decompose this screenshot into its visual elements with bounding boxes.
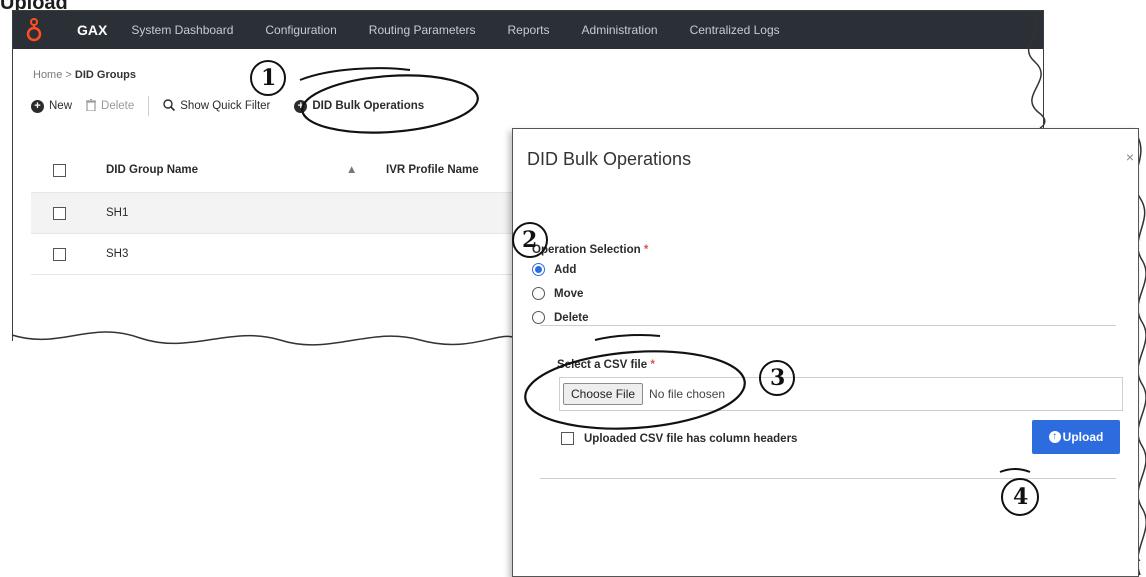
- nav-centralized-logs[interactable]: Centralized Logs: [690, 23, 780, 37]
- annotation-number: 2: [522, 227, 538, 253]
- close-icon[interactable]: ×: [1126, 149, 1134, 165]
- did-bulk-operations-label: DID Bulk Operations: [312, 100, 425, 112]
- column-headers-label: Uploaded CSV file has column headers: [584, 432, 798, 445]
- radio-move[interactable]: Move: [532, 287, 583, 300]
- select-all-checkbox[interactable]: [53, 163, 66, 177]
- annotation-number: 3: [770, 365, 786, 391]
- trash-icon: [86, 98, 97, 114]
- genesys-logo-icon: [19, 18, 49, 42]
- new-button[interactable]: + New: [31, 99, 73, 113]
- toolbar-divider: [148, 96, 150, 116]
- csv-file-label: Select a CSV file *: [557, 359, 655, 371]
- csv-file-text: Select a CSV file: [557, 359, 648, 371]
- divider: [540, 325, 1116, 326]
- radio-button-selected[interactable]: [532, 263, 545, 276]
- operation-selection-text: Operation Selection: [532, 244, 641, 256]
- nav-configuration[interactable]: Configuration: [265, 23, 336, 37]
- did-bulk-operations-button[interactable]: + DID Bulk Operations: [294, 99, 425, 113]
- required-marker: *: [643, 244, 649, 256]
- top-navbar: GAX System Dashboard Configuration Routi…: [13, 11, 1043, 49]
- breadcrumb-separator: >: [65, 69, 72, 81]
- row-checkbox[interactable]: [53, 206, 66, 220]
- nav-system-dashboard[interactable]: System Dashboard: [131, 23, 233, 37]
- annotation-number: 1: [261, 65, 277, 91]
- breadcrumb-current: DID Groups: [74, 69, 137, 81]
- upload-icon: ↑: [1048, 431, 1061, 443]
- row-checkbox[interactable]: [53, 247, 66, 261]
- header-did-group-name[interactable]: DID Group Name: [106, 164, 346, 176]
- app-brand[interactable]: GAX: [77, 22, 107, 38]
- new-button-label: New: [49, 100, 73, 112]
- csv-file-input[interactable]: Choose File No file chosen: [559, 377, 1123, 411]
- divider: [540, 478, 1116, 479]
- radio-add-label: Add: [554, 263, 577, 276]
- column-headers-option[interactable]: Uploaded CSV file has column headers: [561, 432, 797, 445]
- breadcrumb: Home > DID Groups: [33, 69, 136, 81]
- upload-button-label: Upload: [1062, 430, 1104, 444]
- required-marker: *: [650, 359, 655, 371]
- column-headers-checkbox[interactable]: [561, 432, 574, 445]
- sort-icon[interactable]: ▲︎: [346, 164, 386, 176]
- plus-circle-icon: +: [31, 99, 44, 113]
- nav-reports[interactable]: Reports: [508, 23, 550, 37]
- radio-add[interactable]: Add: [532, 263, 576, 276]
- radio-button[interactable]: [532, 311, 545, 324]
- plus-circle-icon: +: [294, 99, 308, 113]
- no-file-chosen-text: No file chosen: [649, 387, 726, 401]
- nav-routing-parameters[interactable]: Routing Parameters: [369, 23, 476, 37]
- annotation-number: 4: [1013, 484, 1029, 510]
- delete-button[interactable]: Delete: [86, 98, 135, 114]
- show-quick-filter-button[interactable]: Show Quick Filter: [163, 98, 271, 114]
- toolbar: + New Delete Show Quick Filter + DID Bul…: [31, 96, 438, 116]
- row-did-group-name: SH1: [106, 207, 129, 219]
- nav-administration[interactable]: Administration: [582, 23, 658, 37]
- radio-move-label: Move: [554, 287, 584, 300]
- show-quick-filter-label: Show Quick Filter: [180, 100, 271, 112]
- radio-delete[interactable]: Delete: [532, 311, 589, 324]
- operation-selection-label: Operation Selection *: [532, 244, 648, 256]
- choose-file-button[interactable]: Choose File: [563, 383, 644, 405]
- row-did-group-name: SH3: [106, 248, 129, 260]
- did-bulk-operations-dialog: DID Bulk Operations × Operation Selectio…: [512, 128, 1139, 577]
- zoom-search-icon: [163, 98, 176, 114]
- upload-button[interactable]: ↑ Upload: [1032, 420, 1120, 454]
- radio-delete-label: Delete: [554, 311, 589, 324]
- radio-button[interactable]: [532, 287, 545, 300]
- dialog-title: DID Bulk Operations: [527, 149, 692, 169]
- delete-button-label: Delete: [101, 100, 135, 112]
- breadcrumb-home[interactable]: Home: [33, 69, 62, 81]
